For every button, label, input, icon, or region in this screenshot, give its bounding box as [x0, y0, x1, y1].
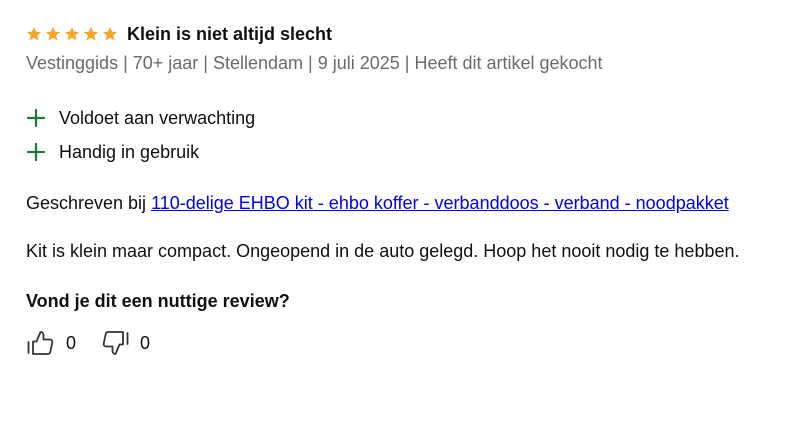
product-link[interactable]: 110-delige EHBO kit - ehbo koffer - verb…: [151, 193, 729, 213]
helpful-question: Vond je dit een nuttige review?: [26, 291, 290, 311]
thumbs-up-count: 0: [66, 332, 77, 353]
plus-icon: [26, 108, 46, 128]
thumbs-down-icon: [100, 328, 130, 358]
star-rating: [26, 26, 118, 42]
thumbs-down-button[interactable]: 0: [100, 328, 150, 358]
star-icon: [45, 26, 61, 42]
star-icon: [26, 26, 42, 42]
written-for: Geschreven bij 110-delige EHBO kit - ehb…: [26, 189, 756, 217]
review-header: Klein is niet altijd slecht: [26, 20, 756, 48]
star-icon: [102, 26, 118, 42]
review-meta: Vestinggids | 70+ jaar | Stellendam | 9 …: [26, 53, 603, 73]
written-prefix: Geschreven bij: [26, 193, 152, 213]
star-icon: [64, 26, 80, 42]
plus-icon: [26, 142, 46, 162]
pro-text: Handig in gebruik: [59, 141, 200, 162]
review-title: Klein is niet altijd slecht: [127, 23, 333, 44]
pros-list: Voldoet aan verwachting Handig in gebrui…: [26, 101, 756, 169]
thumbs-up-button[interactable]: 0: [26, 328, 76, 358]
vote-bar: 0 0: [26, 327, 756, 359]
pro-item: Voldoet aan verwachting: [26, 101, 756, 135]
review-card: Klein is niet altijd slecht Vestinggids …: [26, 20, 756, 359]
thumbs-up-icon: [26, 328, 56, 358]
pro-text: Voldoet aan verwachting: [59, 107, 256, 128]
review-text: Kit is klein maar compact. Ongeopend in …: [26, 241, 740, 261]
pro-item: Handig in gebruik: [26, 135, 756, 169]
thumbs-down-count: 0: [140, 332, 151, 353]
star-icon: [83, 26, 99, 42]
